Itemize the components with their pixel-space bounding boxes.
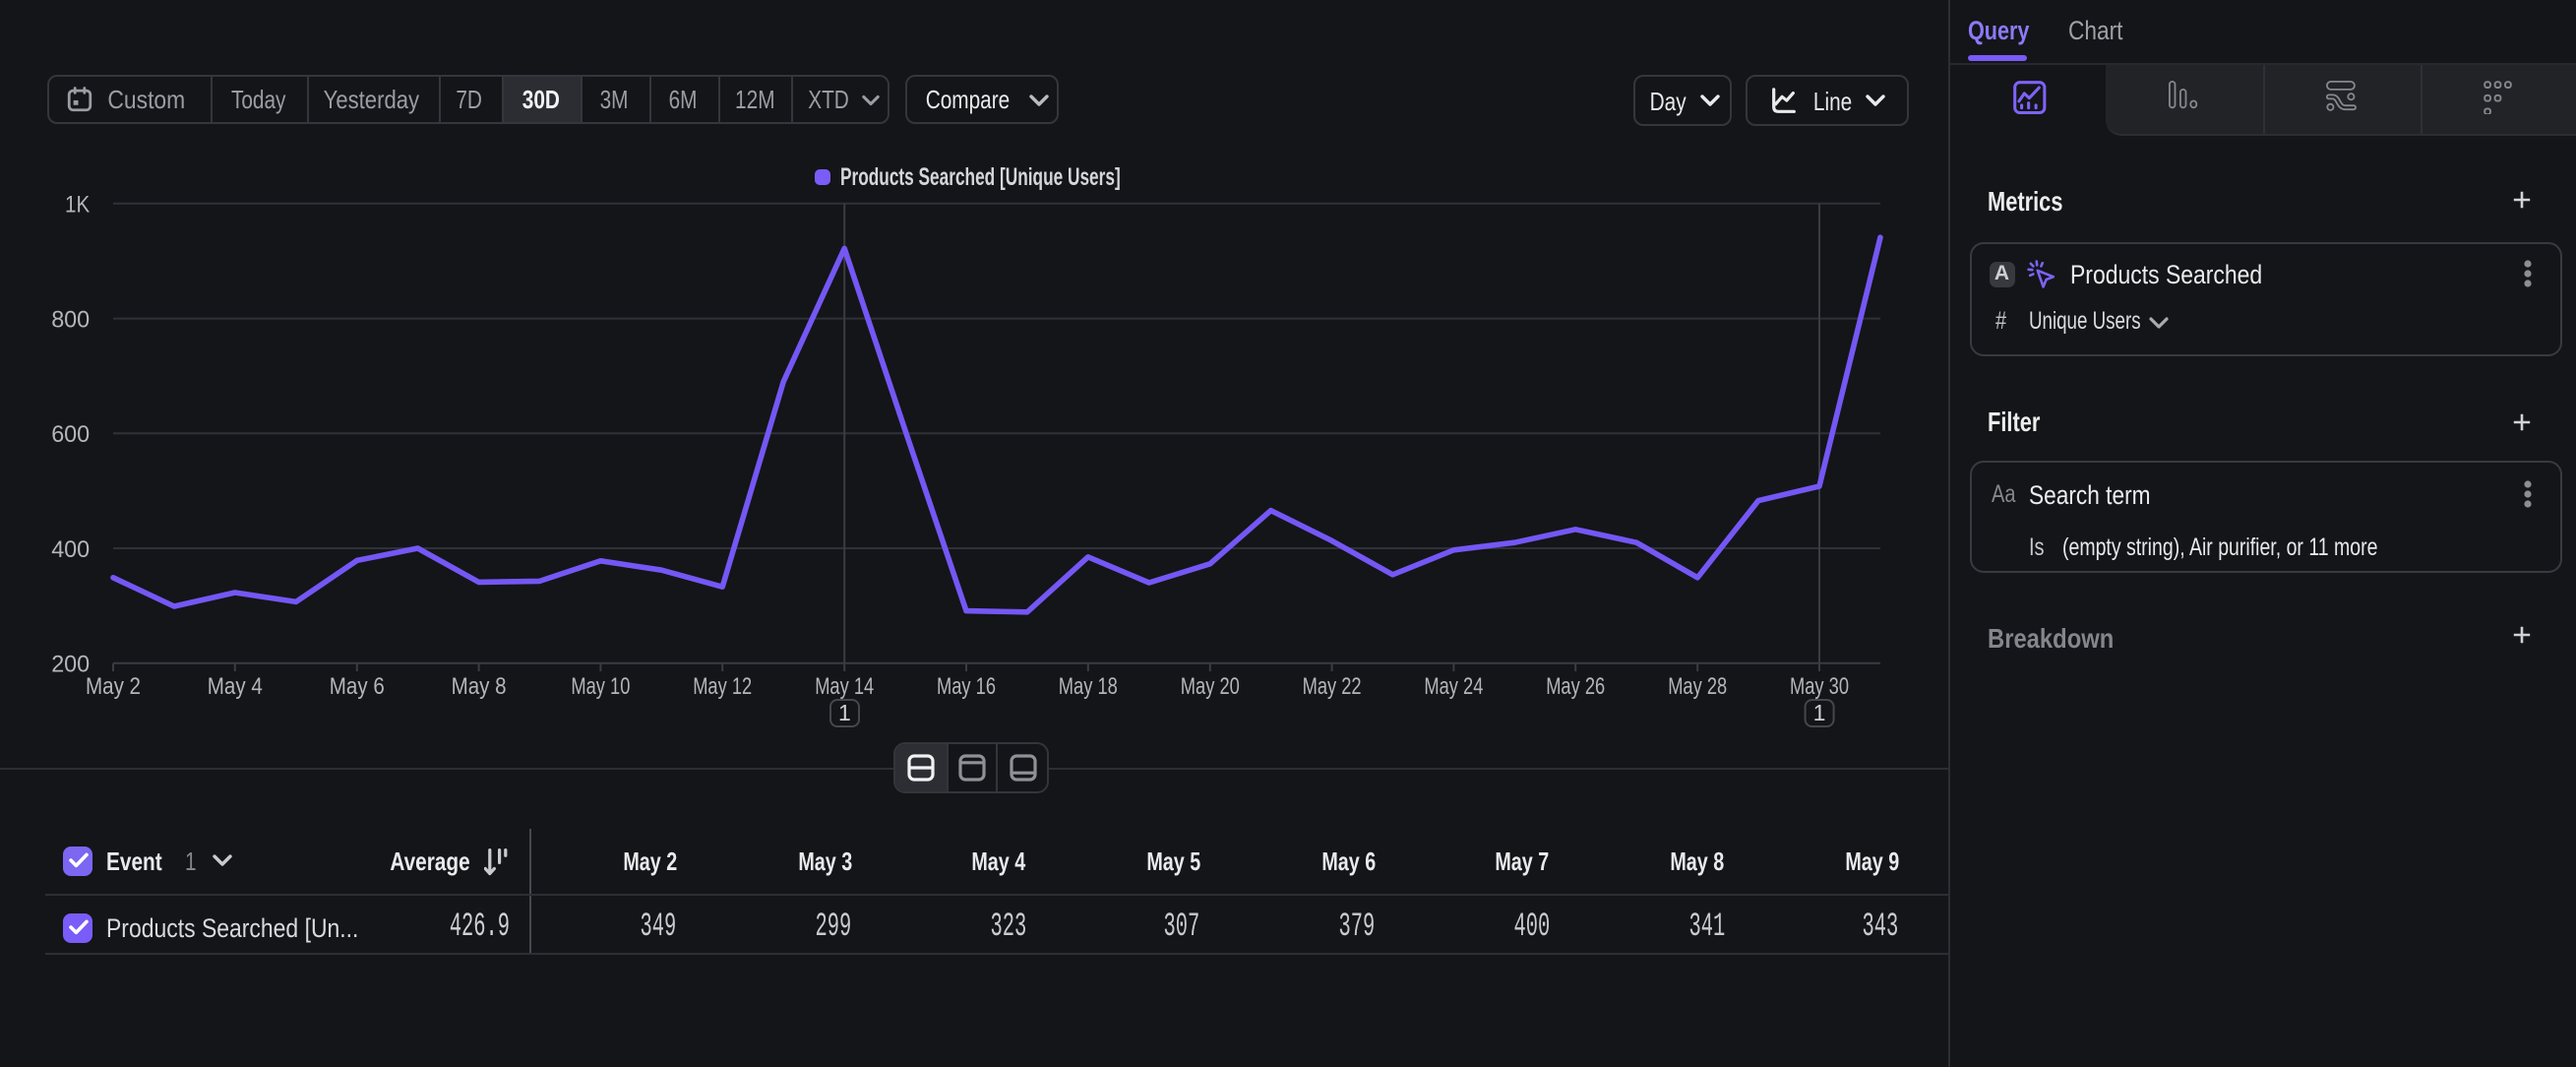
svg-text:May 12: May 12 <box>693 673 752 700</box>
svg-text:May 30: May 30 <box>1790 673 1849 700</box>
svg-text:200: 200 <box>51 652 90 678</box>
svg-text:1: 1 <box>838 700 851 725</box>
svg-text:May 26: May 26 <box>1546 673 1605 700</box>
svg-text:May 8: May 8 <box>452 673 507 700</box>
svg-text:600: 600 <box>51 421 90 448</box>
svg-text:1K: 1K <box>65 192 90 219</box>
svg-text:May 14: May 14 <box>815 673 874 700</box>
svg-text:800: 800 <box>51 306 90 333</box>
svg-text:400: 400 <box>51 536 90 563</box>
svg-text:May 18: May 18 <box>1059 673 1118 700</box>
svg-text:May 4: May 4 <box>208 673 263 700</box>
svg-text:1: 1 <box>1813 700 1826 725</box>
svg-text:May 10: May 10 <box>571 673 630 700</box>
svg-text:May 16: May 16 <box>937 673 996 700</box>
svg-text:May 20: May 20 <box>1181 673 1240 700</box>
svg-text:May 28: May 28 <box>1668 673 1727 700</box>
svg-text:May 2: May 2 <box>86 673 141 700</box>
svg-text:May 6: May 6 <box>330 673 385 700</box>
svg-text:May 24: May 24 <box>1424 673 1483 700</box>
svg-text:May 22: May 22 <box>1303 673 1362 700</box>
